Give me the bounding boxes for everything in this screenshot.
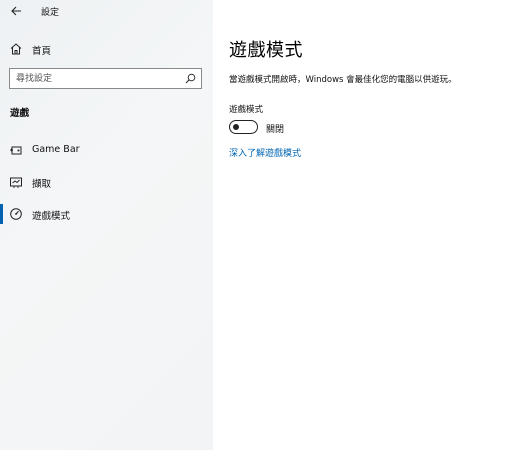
game-mode-toggle[interactable] xyxy=(229,120,258,134)
back-arrow-icon xyxy=(10,6,21,16)
sidebar-item-game-bar[interactable]: Game Bar xyxy=(0,139,213,161)
learn-more-link[interactable]: 深入了解遊戲模式 xyxy=(229,146,301,159)
section-title: 遊戲 xyxy=(10,108,30,119)
app-title: 設定 xyxy=(41,8,60,18)
search-box[interactable] xyxy=(9,68,202,89)
sidebar-item-capture[interactable]: 擷取 xyxy=(0,171,213,193)
search-input[interactable] xyxy=(10,69,180,88)
selection-indicator xyxy=(0,204,3,224)
capture-icon xyxy=(10,177,22,188)
home-icon xyxy=(10,43,22,55)
sidebar-item-game-mode[interactable]: 遊戲模式 xyxy=(0,203,213,225)
toggle-knob xyxy=(233,123,239,130)
page-description: 當遊戲模式開啟時，Windows 會最佳化您的電腦以供遊玩。 xyxy=(229,75,457,85)
nav-home-label: 首頁 xyxy=(32,46,52,57)
game-bar-icon xyxy=(10,146,22,155)
search-icon[interactable] xyxy=(185,73,196,84)
back-button[interactable] xyxy=(6,2,26,20)
game-mode-setting-label: 遊戲模式 xyxy=(229,105,264,115)
page-title: 遊戲模式 xyxy=(229,40,303,61)
title-bar: 設定 xyxy=(0,0,213,24)
sidebar-item-label: 遊戲模式 xyxy=(32,211,71,222)
toggle-state-label: 關閉 xyxy=(266,125,285,135)
sidebar-item-label: Game Bar xyxy=(32,144,80,155)
sidebar: 設定 首頁 遊戲 Game Bar 擷取 xyxy=(0,0,213,450)
main-content: 遊戲模式 當遊戲模式開啟時，Windows 會最佳化您的電腦以供遊玩。 遊戲模式… xyxy=(213,0,505,450)
game-mode-icon xyxy=(10,208,22,220)
sidebar-item-label: 擷取 xyxy=(32,179,52,190)
nav-home[interactable]: 首頁 xyxy=(0,38,213,60)
